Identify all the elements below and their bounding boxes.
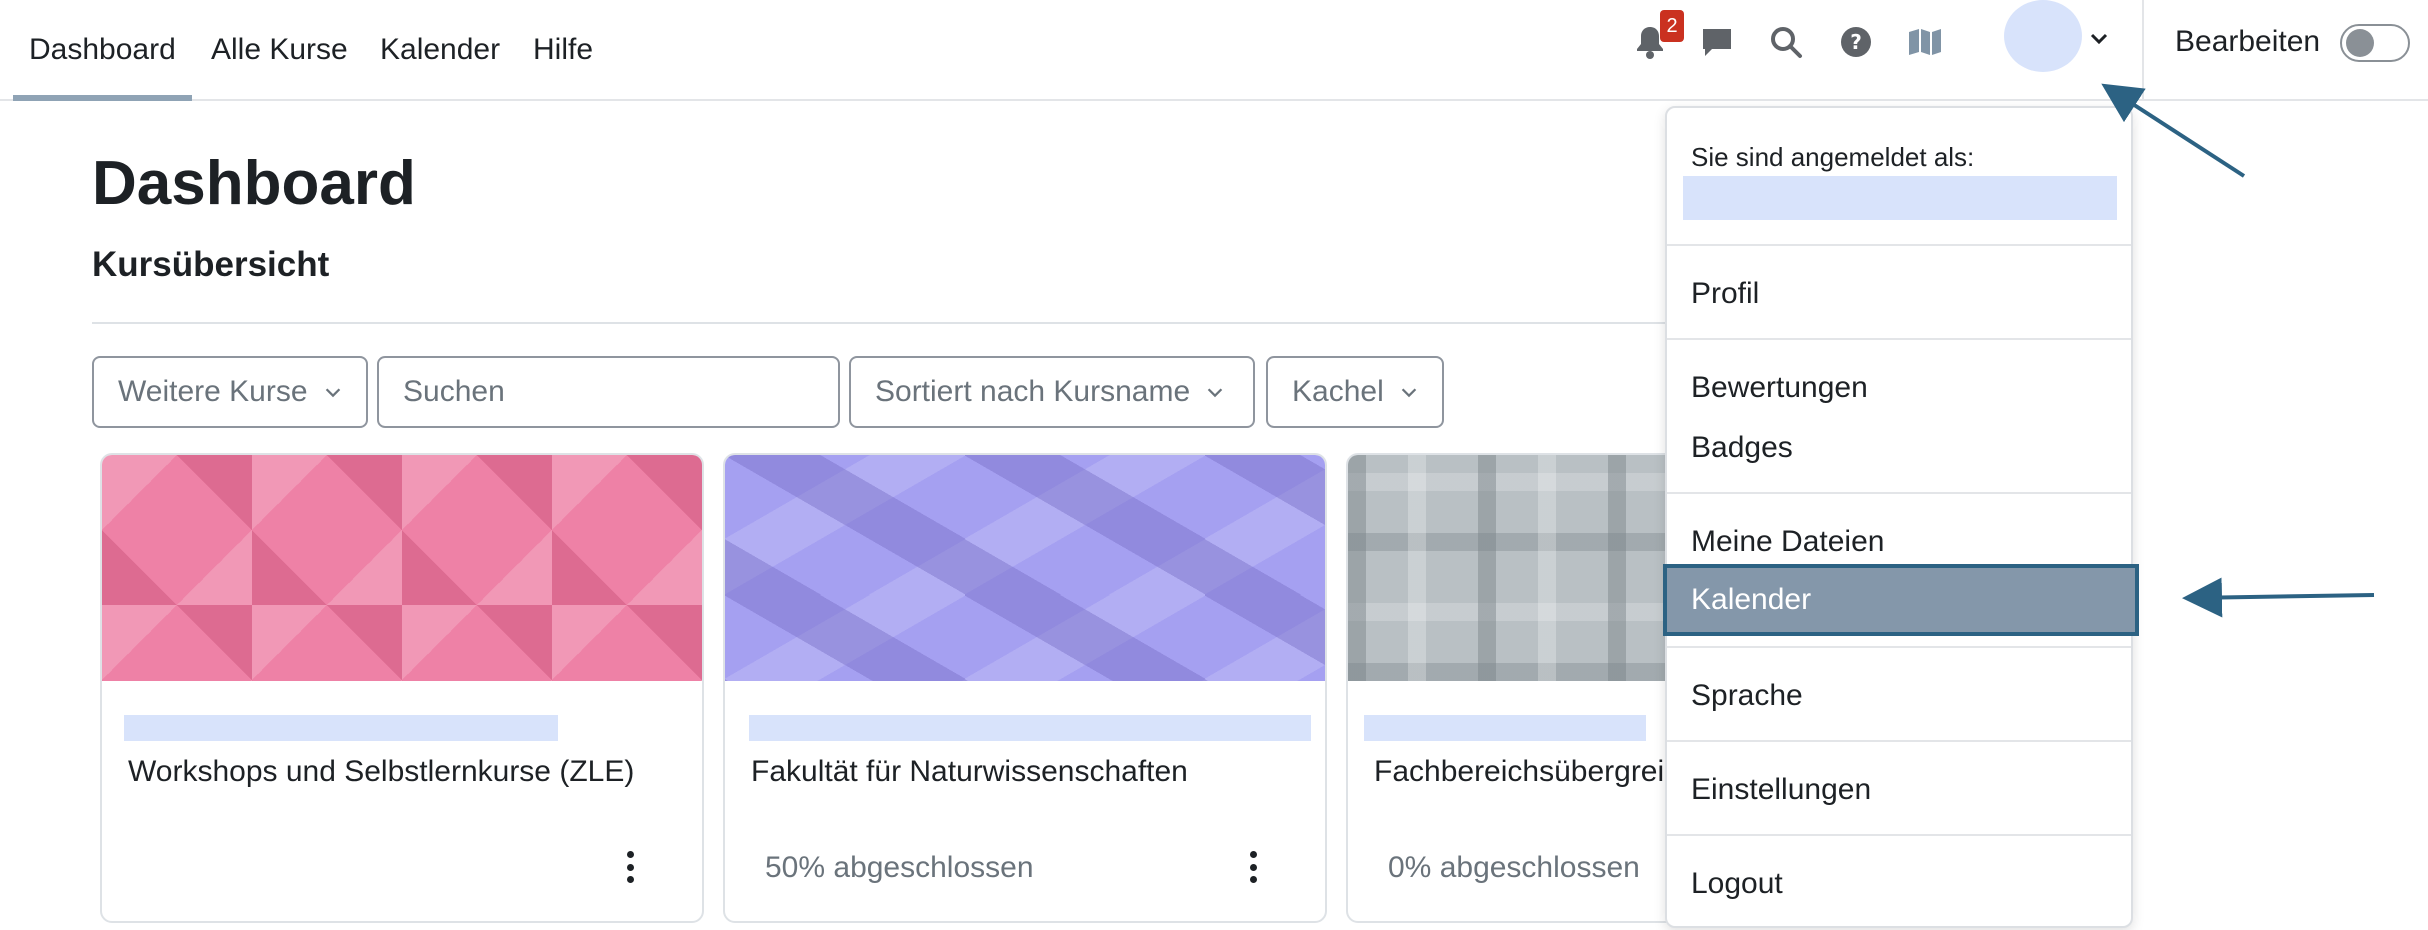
section-divider (92, 322, 1692, 324)
course-name[interactable]: Fachbereichsübergrei (1374, 755, 1664, 789)
course-progress: 50% abgeschlossen (765, 851, 1034, 884)
logged-in-username (1683, 176, 2117, 220)
course-name[interactable]: Workshops und Selbstlernkurse (ZLE) (128, 755, 634, 789)
course-category (1364, 715, 1646, 741)
menu-item-settings[interactable]: Einstellungen (1667, 760, 2131, 820)
course-progress: 0% abgeschlossen (1388, 851, 1640, 884)
menu-separator (1667, 740, 2131, 742)
course-filter-label: Weitere Kurse (118, 375, 308, 408)
chevron-down-icon (1207, 388, 1223, 398)
edit-mode-toggle[interactable] (2340, 24, 2410, 62)
menu-item-calendar[interactable]: Kalender (1663, 564, 2139, 636)
course-category (749, 715, 1311, 741)
chevron-down-icon (1401, 388, 1416, 398)
user-avatar[interactable] (2004, 0, 2082, 72)
nav-help[interactable]: Hilfe (533, 0, 593, 99)
nav-all-courses[interactable]: Alle Kurse (211, 0, 348, 99)
edit-mode-label: Bearbeiten (2175, 25, 2321, 58)
menu-item-logout[interactable]: Logout (1667, 854, 2131, 914)
course-card[interactable]: Fakultät für Naturwissenschaften 50% abg… (723, 453, 1327, 923)
page-title: Dashboard (92, 149, 416, 218)
map-icon[interactable] (1905, 22, 1945, 62)
top-navbar: Dashboard Alle Kurse Kalender Hilfe 2 ? … (0, 0, 2428, 101)
search-icon[interactable] (1766, 22, 1806, 62)
menu-separator (1667, 646, 2131, 648)
view-label: Kachel (1292, 375, 1384, 408)
messages-icon[interactable] (1697, 22, 1737, 62)
menu-item-language[interactable]: Sprache (1667, 666, 2131, 726)
chevron-down-icon[interactable] (2087, 26, 2111, 50)
course-image[interactable] (102, 455, 702, 681)
nav-calendar[interactable]: Kalender (380, 0, 500, 99)
arrow-to-calendar-item (2182, 577, 2375, 618)
course-filter-dropdown[interactable]: Weitere Kurse (92, 356, 368, 428)
course-name[interactable]: Fakultät für Naturwissenschaften (751, 755, 1188, 789)
sort-label: Sortiert nach Kursname (875, 375, 1191, 408)
course-category (124, 715, 558, 741)
sort-dropdown[interactable]: Sortiert nach Kursname (849, 356, 1255, 428)
menu-item-my-files[interactable]: Meine Dateien (1667, 512, 2131, 572)
course-actions-icon[interactable] (620, 847, 640, 887)
section-title: Kursübersicht (92, 245, 330, 284)
course-search-input[interactable] (377, 356, 840, 428)
svg-text:?: ? (1850, 30, 1862, 54)
course-image[interactable] (725, 455, 1325, 681)
menu-separator (1667, 338, 2131, 340)
help-icon[interactable]: ? (1836, 22, 1876, 62)
menu-item-grades[interactable]: Bewertungen (1667, 358, 2131, 418)
view-dropdown[interactable]: Kachel (1266, 356, 1444, 428)
logged-in-as-label: Sie sind angemeldet als: (1691, 142, 1975, 172)
menu-item-badges[interactable]: Badges (1667, 418, 2131, 478)
course-card[interactable]: Workshops und Selbstlernkurse (ZLE) (100, 453, 704, 923)
menu-item-profile[interactable]: Profil (1667, 264, 2131, 324)
menu-separator (1667, 244, 2131, 246)
navbar-divider (2142, 0, 2144, 99)
user-menu-dropdown: Sie sind angemeldet als: Profil Bewertun… (1663, 106, 2139, 928)
menu-separator (1667, 492, 2131, 494)
chevron-down-icon (325, 388, 340, 398)
menu-separator (1667, 834, 2131, 836)
course-actions-icon[interactable] (1243, 847, 1263, 887)
notification-count-badge: 2 (1660, 10, 1684, 42)
nav-dashboard[interactable]: Dashboard (13, 0, 192, 101)
